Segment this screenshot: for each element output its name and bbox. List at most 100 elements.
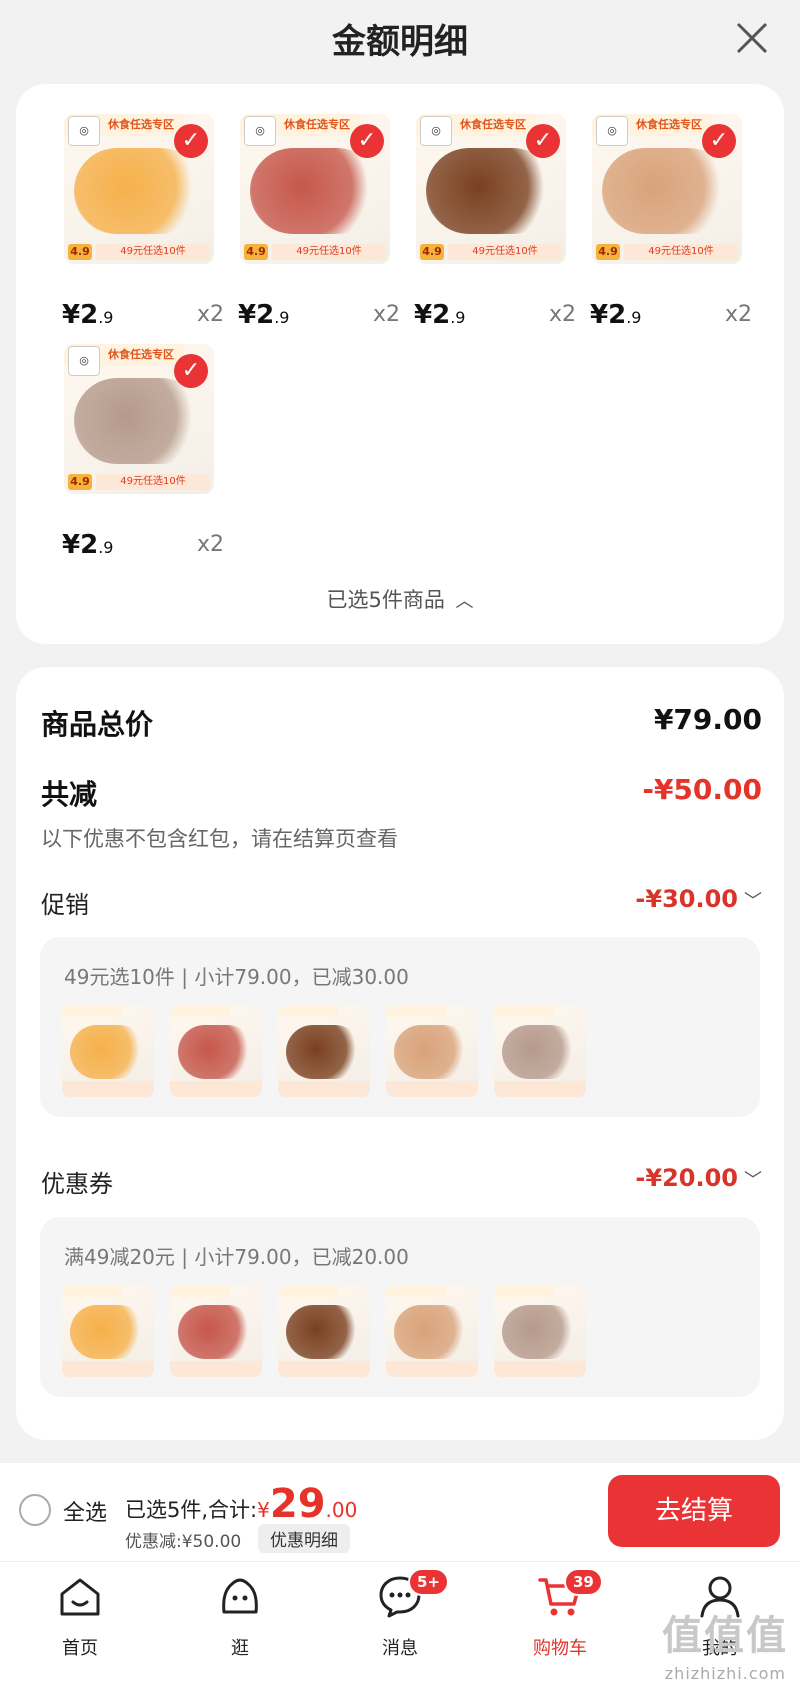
- check-icon[interactable]: ✓: [702, 124, 736, 158]
- tab-messages[interactable]: 5+ 消息: [340, 1568, 460, 1660]
- coupon-value-toggle[interactable]: -¥20.00 ﹀: [635, 1164, 762, 1192]
- total-value: ¥79.00: [653, 703, 762, 736]
- coupon-detail-box: 满49减20元 | 小计79.00，已减20.00: [40, 1217, 760, 1397]
- product-mini-thumbnail: [278, 1005, 370, 1097]
- home-icon: [60, 1578, 100, 1616]
- promo-desc: 49元选10件 | 小计79.00，已减30.00: [64, 965, 409, 989]
- tab-cart[interactable]: 39 购物车: [500, 1568, 620, 1660]
- coupon-desc: 满49减20元 | 小计79.00，已减20.00: [64, 1245, 409, 1269]
- promo-banner: 49元任选10件: [96, 244, 210, 260]
- brand-logo: ◎: [420, 116, 452, 146]
- checkout-button[interactable]: 去结算: [608, 1475, 780, 1547]
- tab-stroll-label: 逛: [231, 1638, 249, 1659]
- chevron-down-icon: ﹀: [744, 1170, 762, 1191]
- promo-value-toggle[interactable]: -¥30.00 ﹀: [635, 885, 762, 913]
- tab-cart-label: 购物车: [533, 1638, 587, 1659]
- select-all-label[interactable]: 全选: [63, 1495, 107, 1527]
- promo-banner: 49元任选10件: [448, 244, 562, 260]
- discount-note: 以下优惠不包含红包，请在结算页查看: [41, 827, 398, 851]
- promo-detail-box: 49元选10件 | 小计79.00，已减30.00: [40, 937, 760, 1117]
- brand-logo: ◎: [68, 116, 100, 146]
- tab-home[interactable]: 首页: [20, 1572, 140, 1660]
- order-summary: 已选5件,合计:¥29.00: [125, 1481, 357, 1527]
- item-price: ¥2.9: [590, 300, 642, 330]
- discount-detail-button[interactable]: 优惠明细: [258, 1524, 350, 1553]
- brand-logo: ◎: [68, 346, 100, 376]
- watermark-logo: 值值值: [662, 1613, 788, 1659]
- product-mini-thumbnail: [494, 1285, 586, 1377]
- product-mini-thumbnail: [62, 1005, 154, 1097]
- product-image: [250, 148, 380, 234]
- chevron-up-icon: ︿: [455, 591, 474, 612]
- promo-banner: 49元任选10件: [624, 244, 738, 260]
- product-thumbnail[interactable]: 休食任选专区 ◎ ✓ 4.9 49元任选10件: [240, 114, 390, 264]
- promo-banner: 49元任选10件: [96, 474, 210, 490]
- check-icon[interactable]: ✓: [174, 354, 208, 388]
- discount-text: 优惠减:¥50.00: [125, 1532, 242, 1552]
- item-price: ¥2.9: [62, 530, 114, 560]
- item-quantity: x2: [724, 302, 752, 327]
- page-title: 金额明细: [332, 22, 468, 62]
- selected-items-toggle[interactable]: 已选5件商品 ︿: [16, 584, 784, 614]
- product-mini-thumbnail: [386, 1005, 478, 1097]
- price-badge: 4.9: [244, 244, 268, 260]
- price-badge: 4.9: [420, 244, 444, 260]
- product-mini-thumbnail: [170, 1285, 262, 1377]
- coupon-value: -¥20.00: [635, 1164, 738, 1192]
- product-thumbnail[interactable]: 休食任选专区 ◎ ✓ 4.9 49元任选10件: [64, 114, 214, 264]
- price-badge: 4.9: [68, 474, 92, 490]
- header: 金额明细: [0, 0, 800, 80]
- product-mini-thumbnail: [386, 1285, 478, 1377]
- promo-label: 促销: [41, 891, 89, 919]
- cart-badge: 39: [564, 1568, 603, 1596]
- close-icon[interactable]: [732, 18, 772, 58]
- promo-banner: 49元任选10件: [272, 244, 386, 260]
- tab-home-label: 首页: [62, 1638, 98, 1659]
- item-price: ¥2.9: [62, 300, 114, 330]
- coupon-label: 优惠券: [41, 1170, 113, 1198]
- product-mini-thumbnail: [170, 1005, 262, 1097]
- product-image: [74, 148, 204, 234]
- select-all-radio[interactable]: [19, 1494, 51, 1526]
- item-quantity: x2: [548, 302, 576, 327]
- watermark: zhizhizhi.com: [664, 1664, 786, 1683]
- product-thumbnail[interactable]: 休食任选专区 ◎ ✓ 4.9 49元任选10件: [416, 114, 566, 264]
- price-badge: 4.9: [596, 244, 620, 260]
- reduce-value: -¥50.00: [642, 773, 762, 806]
- tab-bar: 首页 逛 5+ 消息 39 购物车 我的 值值值 zhizhizhi.com: [0, 1561, 800, 1689]
- product-mini-thumbnail: [62, 1285, 154, 1377]
- currency-symbol: ¥: [257, 1498, 270, 1522]
- check-icon[interactable]: ✓: [350, 124, 384, 158]
- brand-logo: ◎: [596, 116, 628, 146]
- item-quantity: x2: [372, 302, 400, 327]
- tab-stroll[interactable]: 逛: [180, 1572, 300, 1660]
- product-mini-thumbnail: [494, 1005, 586, 1097]
- product-image: [602, 148, 732, 234]
- selected-count-text: 已选5件,合计:: [125, 1498, 258, 1522]
- product-thumbnail[interactable]: 休食任选专区 ◎ ✓ 4.9 49元任选10件: [64, 344, 214, 494]
- reduce-label: 共减: [41, 778, 98, 811]
- items-card: 休食任选专区 ◎ ✓ 4.9 49元任选10件 ¥2.9 x2 休食任选专区 ◎ ✓ 4.9 49元任…: [16, 84, 784, 644]
- summary-card: 商品总价 ¥79.00 共减 -¥50.00 以下优惠不包含红包，请在结算页查看…: [16, 667, 784, 1440]
- stroll-icon: [222, 1578, 258, 1614]
- total-label: 商品总价: [41, 708, 154, 741]
- tab-messages-label: 消息: [382, 1638, 418, 1659]
- total-amount: 29: [269, 1481, 326, 1527]
- price-badge: 4.9: [68, 244, 92, 260]
- product-thumbnail[interactable]: 休食任选专区 ◎ ✓ 4.9 49元任选10件: [592, 114, 742, 264]
- check-icon[interactable]: ✓: [526, 124, 560, 158]
- product-mini-thumbnail: [278, 1285, 370, 1377]
- item-price: ¥2.9: [238, 300, 290, 330]
- chevron-down-icon: ﹀: [744, 891, 762, 912]
- promo-value: -¥30.00: [635, 885, 738, 913]
- checkout-bar: 全选 已选5件,合计:¥29.00 优惠减:¥50.00 优惠明细 去结算: [0, 1463, 800, 1561]
- total-amount-decimal: .00: [325, 1498, 358, 1522]
- message-badge: 5+: [408, 1568, 450, 1596]
- product-image: [426, 148, 556, 234]
- brand-logo: ◎: [244, 116, 276, 146]
- check-icon[interactable]: ✓: [174, 124, 208, 158]
- item-price: ¥2.9: [414, 300, 466, 330]
- item-quantity: x2: [196, 532, 224, 557]
- item-quantity: x2: [196, 302, 224, 327]
- product-image: [74, 378, 204, 464]
